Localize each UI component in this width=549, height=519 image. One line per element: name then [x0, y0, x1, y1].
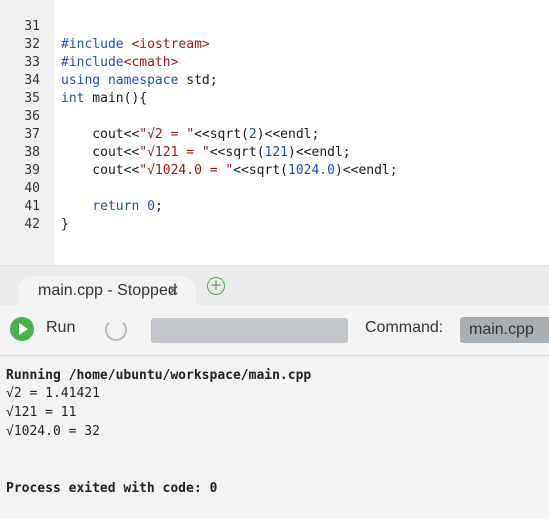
code-line[interactable]: 32 #include<cmath>	[0, 18, 549, 70]
code-line[interactable]: 41 }	[0, 180, 549, 232]
close-icon[interactable]: ×	[167, 281, 180, 299]
code-line[interactable]: 34 int main(){	[0, 54, 549, 106]
run-button[interactable]: Run	[46, 319, 75, 337]
code-line[interactable]: 37 cout<<"√121 = "<<sqrt(121)<<endl;	[0, 108, 549, 160]
line-number: 42	[24, 217, 40, 232]
console-line: √121 = 11	[6, 405, 77, 420]
tab-main-cpp[interactable]: main.cpp - Stopped ×	[18, 276, 196, 306]
code-line[interactable]: 40 return 0;	[0, 162, 549, 214]
code-line[interactable]: 39	[0, 144, 549, 178]
code-line[interactable]: 38 cout<<"√1024.0 = "<<sqrt(1024.0)<<end…	[0, 126, 549, 178]
code-line[interactable]: 31 #include <iostream>	[0, 0, 549, 52]
play-icon[interactable]	[10, 317, 34, 341]
code-line[interactable]: 42	[0, 198, 549, 232]
command-input[interactable]	[460, 317, 549, 343]
console-line: √2 = 1.41421	[6, 386, 100, 401]
code-line[interactable]: 36 cout<<"√2 = "<<sqrt(2)<<endl;	[0, 90, 549, 142]
tab-bar: main.cpp - Stopped × +	[0, 265, 549, 306]
code-line[interactable]: 35	[0, 72, 549, 106]
add-tab-icon[interactable]: +	[207, 277, 225, 295]
console-line: √1024.0 = 32	[6, 424, 100, 439]
console-line: Running /home/ubuntu/workspace/main.cpp	[6, 368, 312, 383]
run-toolbar: Run Command:	[0, 305, 549, 356]
code-line[interactable]: 33 using namespace std;	[0, 36, 549, 88]
console-line: Process exited with code: 0	[6, 481, 218, 496]
code-editor[interactable]: 31 #include <iostream> 32 #include<cmath…	[0, 0, 549, 265]
restart-icon[interactable]	[105, 319, 127, 341]
code-token: }	[61, 217, 69, 232]
command-label: Command:	[365, 319, 444, 336]
tab-label: main.cpp - Stopped	[38, 282, 177, 299]
console-output[interactable]: Running /home/ubuntu/workspace/main.cpp …	[0, 356, 549, 519]
progress-bar	[151, 318, 348, 343]
